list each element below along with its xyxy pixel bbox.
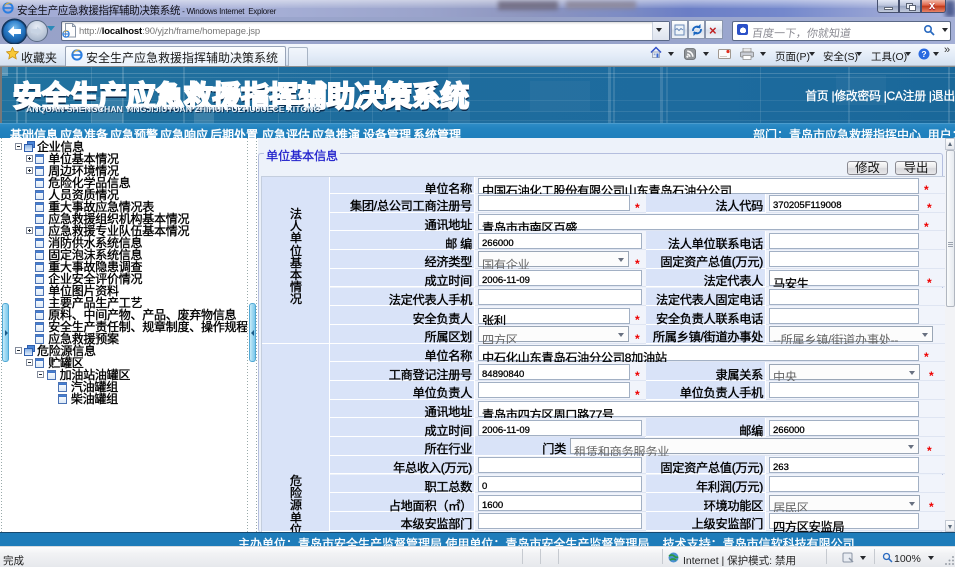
- svg-text:?: ?: [921, 49, 926, 59]
